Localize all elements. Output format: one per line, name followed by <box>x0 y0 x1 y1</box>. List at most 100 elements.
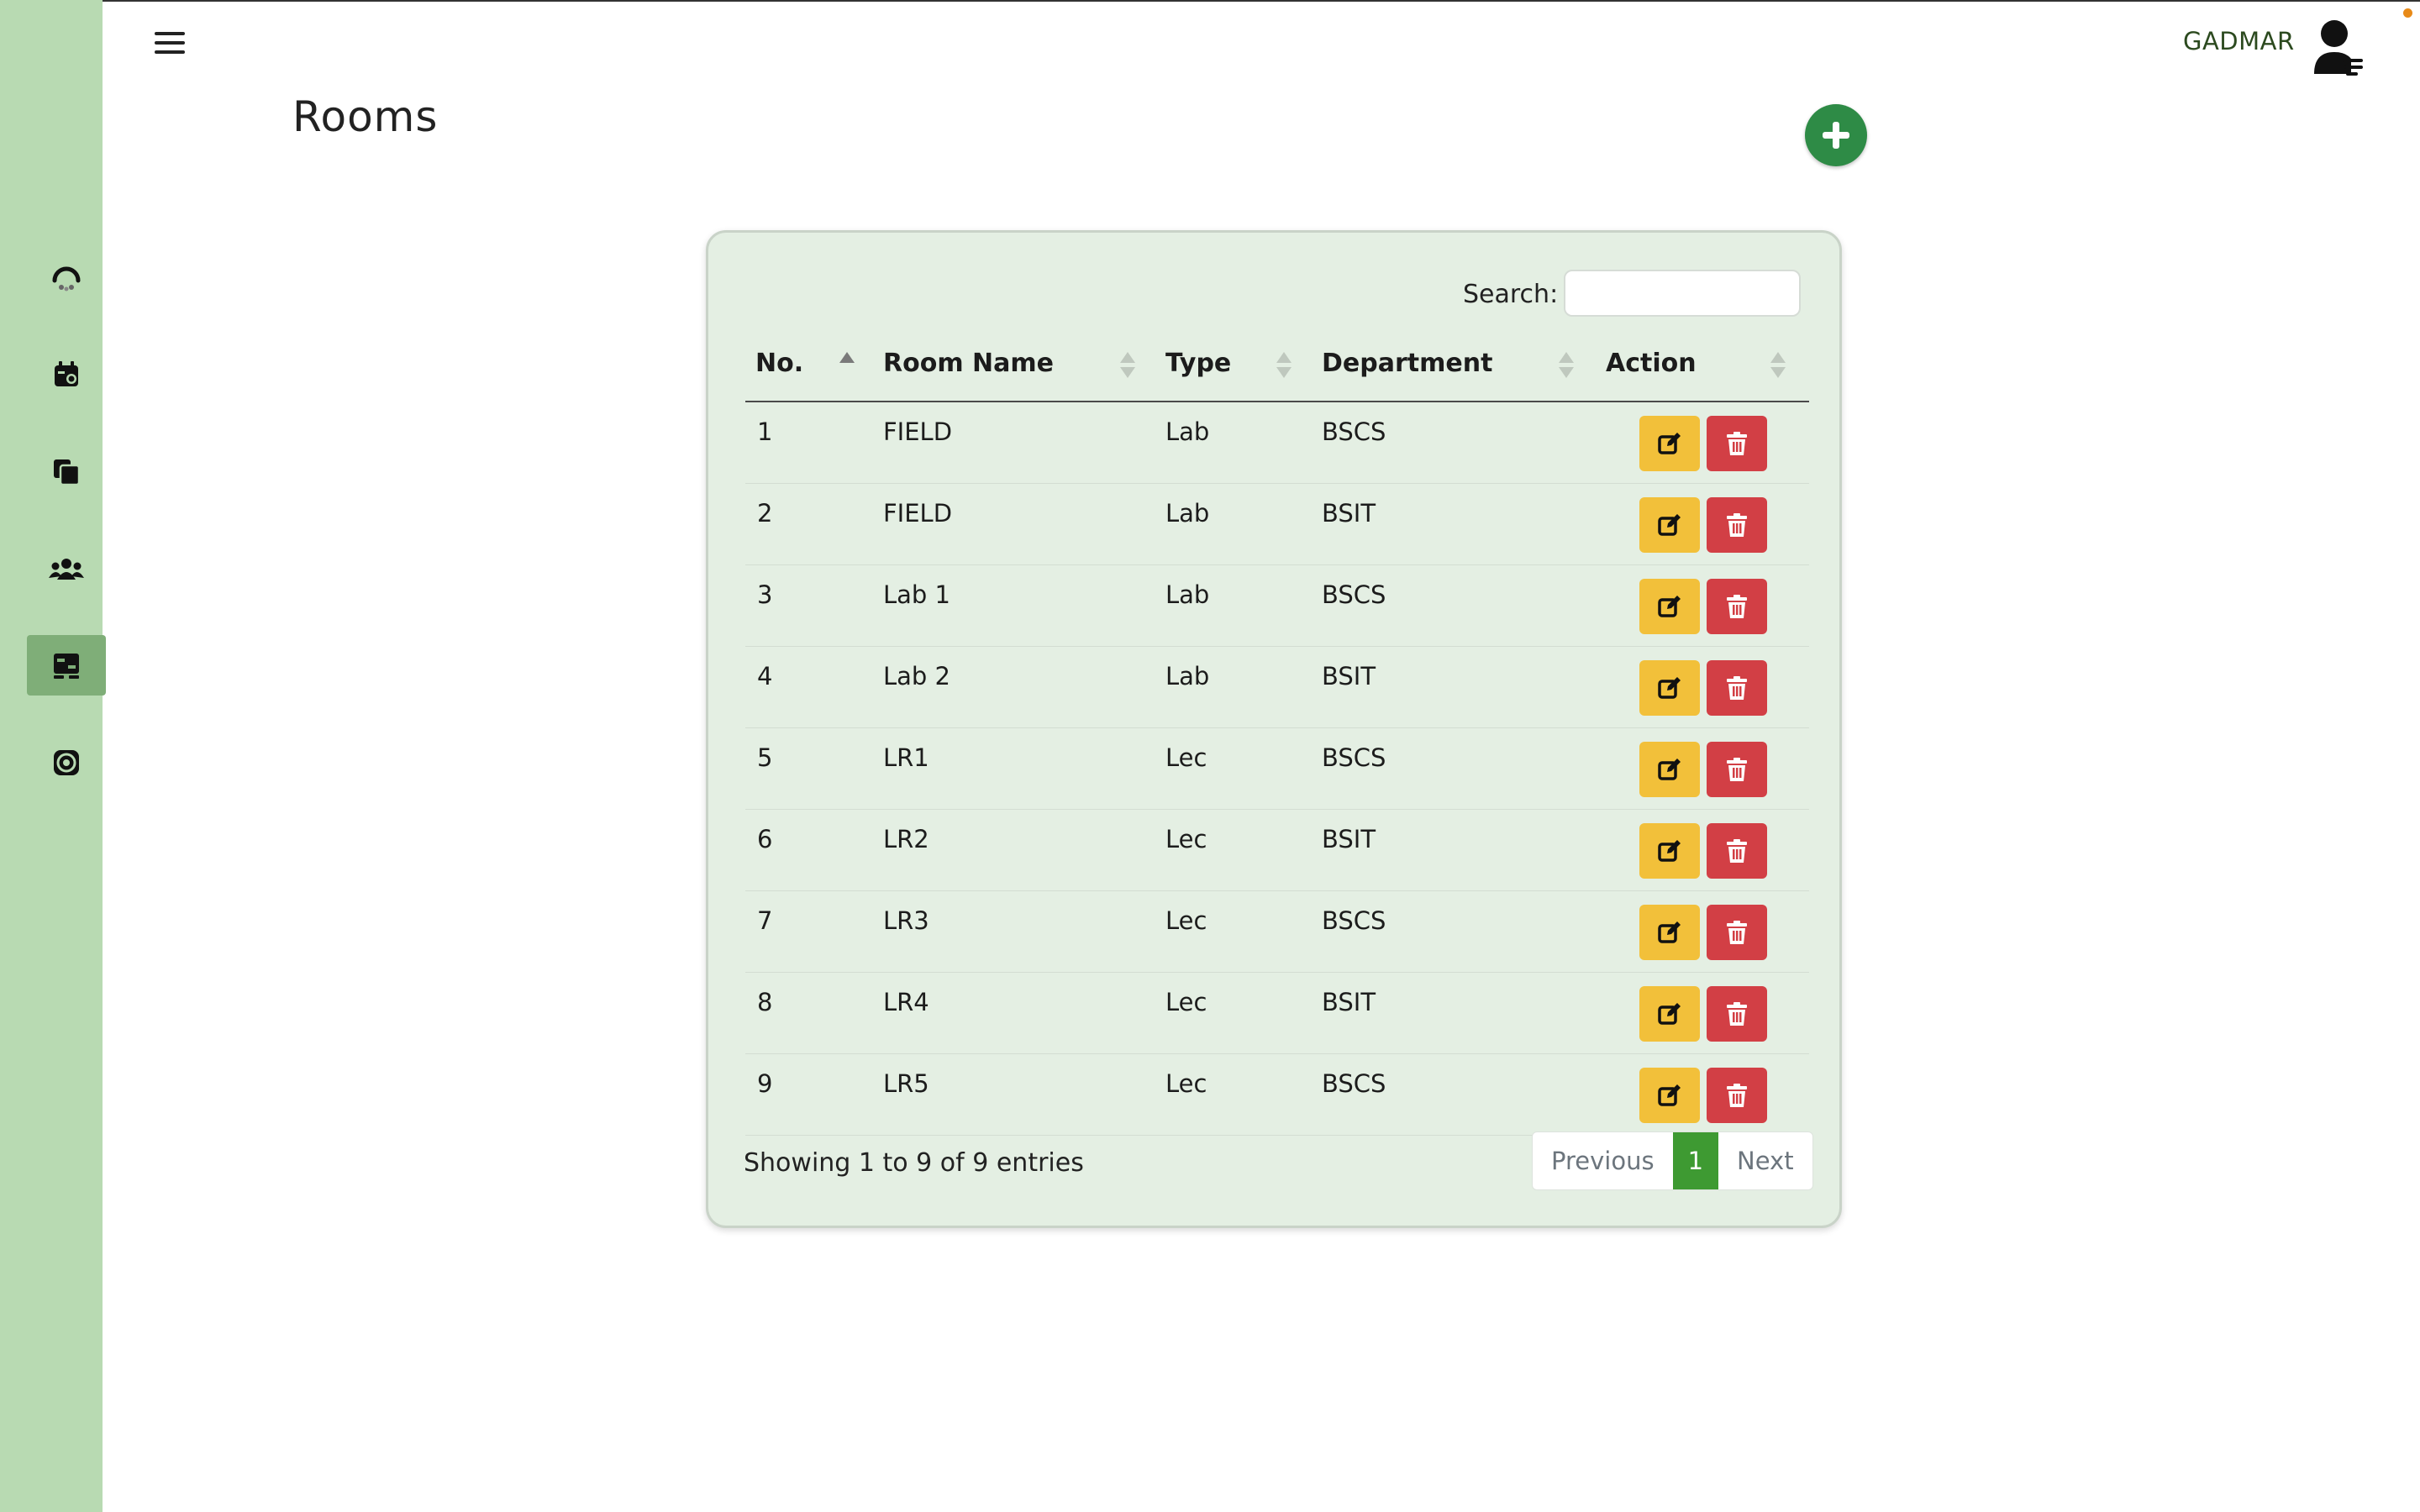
cell-type: Lec <box>1165 1069 1207 1098</box>
edit-button[interactable] <box>1639 986 1700 1042</box>
cell-no: 4 <box>757 662 773 690</box>
cell-no: 9 <box>757 1069 773 1098</box>
cell-type: Lab <box>1165 580 1210 609</box>
column-header-type[interactable]: Type <box>1165 349 1231 378</box>
cell-type: Lab <box>1165 417 1210 446</box>
trash-icon <box>1727 921 1747 944</box>
edit-button[interactable] <box>1639 660 1700 716</box>
sort-icon[interactable] <box>1770 352 1786 381</box>
sort-icon[interactable] <box>1559 352 1574 381</box>
edit-icon <box>1658 1003 1681 1025</box>
table-row: 1 FIELD Lab BSCS <box>745 402 1809 484</box>
sidebar-item-dashboard[interactable] <box>27 247 106 307</box>
cell-no: 8 <box>757 988 773 1016</box>
edit-button[interactable] <box>1639 497 1700 553</box>
delete-button[interactable] <box>1707 986 1767 1042</box>
sidebar-item-users[interactable] <box>27 539 106 600</box>
page-1-button[interactable]: 1 <box>1672 1132 1719 1189</box>
column-header-no[interactable]: No. <box>755 349 803 378</box>
cell-no: 5 <box>757 743 773 772</box>
sidebar-item-documents[interactable] <box>27 442 106 502</box>
cell-department: BSIT <box>1322 499 1376 528</box>
table-row: 8 LR4 Lec BSIT <box>745 973 1809 1054</box>
add-room-button[interactable] <box>1805 104 1867 166</box>
page-title: Rooms <box>292 92 439 141</box>
delete-button[interactable] <box>1707 905 1767 960</box>
cell-type: Lec <box>1165 988 1207 1016</box>
cell-department: BSCS <box>1322 1069 1386 1098</box>
table-info: Showing 1 to 9 of 9 entries <box>744 1148 1084 1178</box>
cell-room-name: Lab 1 <box>883 580 951 609</box>
previous-page-button[interactable]: Previous <box>1533 1132 1673 1189</box>
next-page-button[interactable]: Next <box>1718 1132 1812 1189</box>
column-header-action[interactable]: Action <box>1606 349 1697 378</box>
trash-icon <box>1727 1084 1747 1107</box>
table-row: 7 LR3 Lec BSCS <box>745 891 1809 973</box>
edit-button[interactable] <box>1639 579 1700 634</box>
delete-button[interactable] <box>1707 660 1767 716</box>
cell-type: Lec <box>1165 825 1207 853</box>
sort-icon[interactable] <box>1276 352 1292 381</box>
search-input[interactable] <box>1564 270 1801 317</box>
edit-icon <box>1658 1084 1681 1106</box>
cell-room-name: LR2 <box>883 825 929 853</box>
delete-button[interactable] <box>1707 497 1767 553</box>
delete-button[interactable] <box>1707 823 1767 879</box>
sort-asc-icon[interactable] <box>839 352 855 381</box>
table-row: 5 LR1 Lec BSCS <box>745 728 1809 810</box>
users-icon <box>49 559 84 580</box>
table-row: 3 Lab 1 Lab BSCS <box>745 565 1809 647</box>
edit-button[interactable] <box>1639 823 1700 879</box>
sort-icon[interactable] <box>1120 352 1135 381</box>
table-body: 1 FIELD Lab BSCS 2 FIELD Lab BSIT 3 Lab … <box>745 402 1809 1136</box>
cell-department: BSCS <box>1322 417 1386 446</box>
sidebar-item-rooms[interactable] <box>27 635 106 696</box>
delete-button[interactable] <box>1707 1068 1767 1123</box>
cell-department: BSIT <box>1322 662 1376 690</box>
notification-dot <box>2403 8 2412 18</box>
cell-room-name: FIELD <box>883 499 953 528</box>
cell-no: 1 <box>757 417 773 446</box>
menu-toggle-icon[interactable] <box>155 32 185 57</box>
column-header-room-name[interactable]: Room Name <box>883 349 1054 378</box>
sidebar-item-schedule[interactable] <box>27 344 106 405</box>
sidebar-item-settings[interactable] <box>27 732 106 793</box>
trash-icon <box>1727 1002 1747 1026</box>
cell-department: BSIT <box>1322 988 1376 1016</box>
edit-icon <box>1658 514 1681 536</box>
search-label: Search: <box>1463 280 1559 309</box>
delete-button[interactable] <box>1707 579 1767 634</box>
sidebar <box>0 0 106 1512</box>
column-header-department[interactable]: Department <box>1322 349 1492 378</box>
trash-icon <box>1727 595 1747 618</box>
cell-no: 3 <box>757 580 773 609</box>
cell-department: BSCS <box>1322 580 1386 609</box>
cell-room-name: LR1 <box>883 743 929 772</box>
delete-button[interactable] <box>1707 742 1767 797</box>
cell-type: Lec <box>1165 743 1207 772</box>
pagination: Previous 1 Next <box>1532 1131 1813 1190</box>
edit-icon <box>1658 921 1681 943</box>
user-avatar-icon[interactable] <box>2312 18 2366 77</box>
rooms-icon <box>54 654 79 679</box>
cell-type: Lab <box>1165 662 1210 690</box>
cell-type: Lec <box>1165 906 1207 935</box>
table-header: No. Room Name Type Department Action <box>745 333 1809 402</box>
edit-button[interactable] <box>1639 742 1700 797</box>
table-row: 4 Lab 2 Lab BSIT <box>745 647 1809 728</box>
documents-icon <box>54 459 81 486</box>
top-border <box>0 0 2420 2</box>
trash-icon <box>1727 513 1747 537</box>
edit-icon <box>1658 840 1681 862</box>
trash-icon <box>1727 432 1747 455</box>
trash-icon <box>1727 839 1747 863</box>
edit-icon <box>1658 596 1681 617</box>
cell-no: 7 <box>757 906 773 935</box>
edit-button[interactable] <box>1639 416 1700 471</box>
delete-button[interactable] <box>1707 416 1767 471</box>
user-name[interactable]: GADMAR <box>2183 27 2295 55</box>
edit-button[interactable] <box>1639 1068 1700 1123</box>
edit-button[interactable] <box>1639 905 1700 960</box>
table-row: 6 LR2 Lec BSIT <box>745 810 1809 891</box>
cell-department: BSCS <box>1322 743 1386 772</box>
